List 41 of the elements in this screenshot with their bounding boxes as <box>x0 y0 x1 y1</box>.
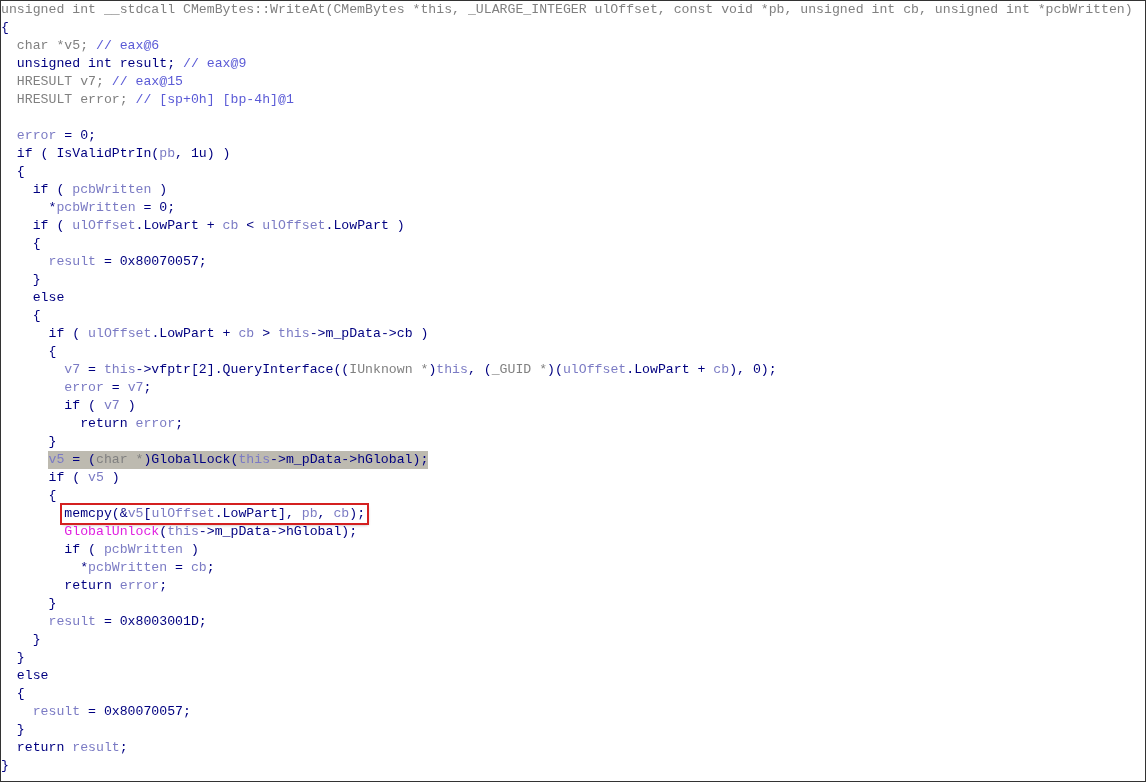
code-line: if ( pcbWritten ) <box>32 181 168 199</box>
code-line: if ( pcbWritten ) <box>64 541 199 559</box>
code-line: } <box>16 721 25 739</box>
code-line: } <box>16 649 25 667</box>
code-line: return error; <box>64 577 168 595</box>
code-line: } <box>1 757 9 775</box>
code-line: result = 0x80070057; <box>48 253 207 271</box>
code-line: v7 = this->vfptr[2].QueryInterface((IUnknown *)this, (_GUID *)(ulOffset.LowPart + cb), 0); <box>64 361 777 379</box>
code-line: if ( v5 ) <box>48 469 120 487</box>
code-line: } <box>32 631 41 649</box>
code-line: { <box>16 685 25 703</box>
code-line: else <box>32 289 65 307</box>
code-line: error = 0; <box>16 127 96 145</box>
code-line: { <box>32 307 41 325</box>
code-line: char *v5; // eax@6 <box>16 37 160 55</box>
code-line: unsigned int result; // eax@9 <box>16 55 247 73</box>
code-line: if ( ulOffset.LowPart + cb > this->m_pData->cb ) <box>48 325 429 343</box>
code-line: unsigned int __stdcall CMemBytes::WriteAt(CMemBytes *this, _ULARGE_INTEGER ulOffset, const void *pb, unsigned int cb, unsigned int *pcbWritten) <box>1 1 1133 19</box>
code-line: result = 0x80070057; <box>32 703 191 721</box>
code-line: { <box>48 343 57 361</box>
code-line: *pcbWritten = 0; <box>48 199 176 217</box>
code-line: if ( IsValidPtrIn(pb, 1u) ) <box>16 145 231 163</box>
code-line: } <box>32 271 41 289</box>
code-line: if ( v7 ) <box>64 397 136 415</box>
code-line: } <box>48 433 57 451</box>
code-line: { <box>48 487 57 505</box>
code-line: { <box>1 19 9 37</box>
code-line: return result; <box>16 739 128 757</box>
code-line: error = v7; <box>64 379 152 397</box>
code-line: if ( ulOffset.LowPart + cb < ulOffset.LowPart ) <box>32 217 405 235</box>
code-line: { <box>32 235 41 253</box>
code-line: result = 0x8003001D; <box>48 613 207 631</box>
code-line: GlobalUnlock(this->m_pData->hGlobal); <box>64 523 358 541</box>
code-line: else <box>16 667 49 685</box>
code-line: return error; <box>80 415 184 433</box>
code-line: } <box>48 595 57 613</box>
code-line: { <box>16 163 25 181</box>
code-line: HRESULT v7; // eax@15 <box>16 73 184 91</box>
code-line: HRESULT error; // [sp+0h] [bp-4h]@1 <box>16 91 294 109</box>
code-line: *pcbWritten = cb; <box>80 559 215 577</box>
code-line: memcpy(&v5[ulOffset.LowPart], pb, cb); <box>62 505 368 523</box>
